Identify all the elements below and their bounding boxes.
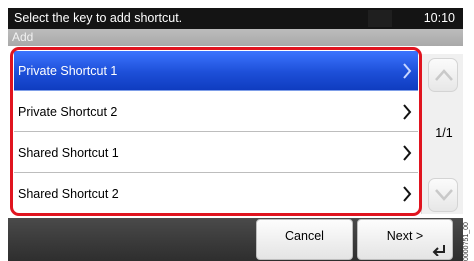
page-indicator: 1/1 [435,126,453,140]
list-item-label: Private Shortcut 2 [18,105,118,119]
list-item-label: Shared Shortcut 2 [18,187,119,201]
chevron-down-icon [435,189,453,201]
cancel-button-label: Cancel [285,229,324,243]
scroll-up-button[interactable] [428,58,458,92]
list-item-label: Shared Shortcut 1 [18,146,119,160]
clock: 10:10 [423,11,455,25]
instruction-message: Select the key to add shortcut. [14,11,183,25]
screen-title: Add [12,30,34,44]
status-bar: Select the key to add shortcut. 10:10 [8,8,463,29]
list-item-shared-shortcut-2[interactable]: Shared Shortcut 2 [14,174,418,214]
list-item-private-shortcut-2[interactable]: Private Shortcut 2 [14,92,418,132]
list-item-private-shortcut-1[interactable]: Private Shortcut 1 [14,51,418,91]
figure-code: 0000751_00 [463,222,470,261]
chevron-right-icon [403,104,412,120]
cancel-button[interactable]: Cancel [256,219,353,260]
scroll-down-button[interactable] [428,178,458,212]
chevron-right-icon [403,63,412,79]
chevron-right-icon [403,186,412,202]
status-indicator [368,10,392,27]
next-button[interactable]: Next > [357,219,453,260]
shortcut-list: Private Shortcut 1 Private Shortcut 2 Sh… [14,51,418,214]
screen-title-bar: Add [8,29,463,46]
list-item-label: Private Shortcut 1 [18,64,118,78]
enter-icon [432,245,445,256]
next-button-label: Next > [386,229,424,243]
list-item-shared-shortcut-1[interactable]: Shared Shortcut 1 [14,133,418,173]
chevron-up-icon [435,69,453,81]
add-shortcut-screen: Select the key to add shortcut. 10:10 Ad… [0,0,474,261]
chevron-right-icon [403,145,412,161]
